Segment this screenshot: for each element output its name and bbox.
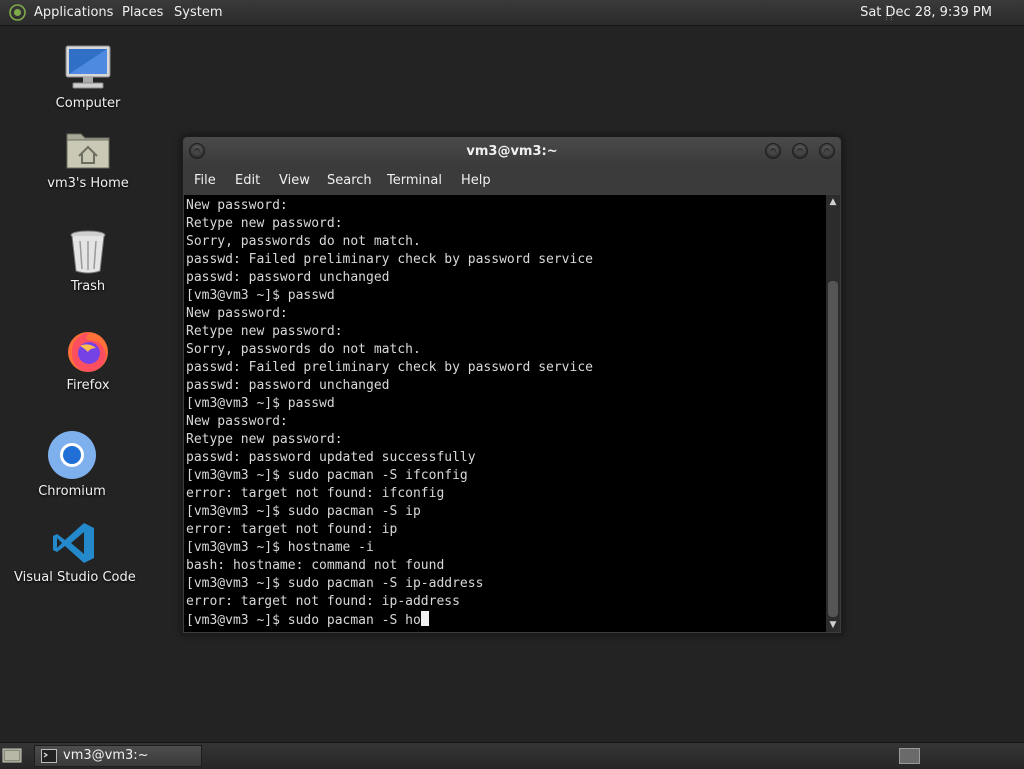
terminal-text: New password: Retype new password: Sorry, … bbox=[184, 195, 826, 630]
taskbar-item-terminal[interactable]: vm3@vm3:~ bbox=[34, 745, 202, 767]
desktop-icon-home[interactable]: vm3's Home bbox=[43, 128, 133, 191]
terminal-line: New password: bbox=[186, 306, 288, 321]
show-desktop-icon[interactable] bbox=[2, 747, 22, 764]
terminal-line: error: target not found: ip-address bbox=[186, 594, 460, 609]
maximize-button[interactable] bbox=[792, 143, 808, 159]
desktop-icon-computer[interactable]: Computer bbox=[48, 44, 128, 111]
terminal-line: passwd: Failed preliminary check by pass… bbox=[186, 360, 593, 375]
desktop-icon-label: Trash bbox=[70, 279, 106, 294]
desktop-icon-label: vm3's Home bbox=[47, 176, 129, 191]
menu-view[interactable]: View bbox=[279, 167, 310, 195]
text-cursor bbox=[420, 611, 429, 626]
terminal-output[interactable]: New password: Retype new password: Sorry, … bbox=[184, 195, 826, 632]
menu-help[interactable]: Help bbox=[461, 167, 491, 195]
menu-edit[interactable]: Edit bbox=[235, 167, 260, 195]
applications-logo-icon[interactable] bbox=[9, 4, 26, 21]
terminal-line: [vm3@vm3 ~]$ hostname -i bbox=[186, 540, 374, 555]
terminal-line: Sorry, passwords do not match. bbox=[186, 342, 421, 357]
taskbar-item-label: vm3@vm3:~ bbox=[63, 748, 149, 763]
desktop-icon-label: Visual Studio Code bbox=[14, 570, 136, 585]
terminal-line: bash: hostname: command not found bbox=[186, 558, 445, 573]
terminal-line: passwd: password unchanged bbox=[186, 378, 390, 393]
menu-terminal[interactable]: Terminal bbox=[387, 167, 442, 195]
window-title: vm3@vm3:~ bbox=[466, 144, 558, 159]
terminal-line: error: target not found: ip bbox=[186, 522, 398, 537]
terminal-line: New password: bbox=[186, 198, 288, 213]
menu-system[interactable]: System bbox=[174, 0, 222, 25]
desktop-icon-firefox[interactable]: Firefox bbox=[48, 326, 128, 393]
computer-icon bbox=[65, 45, 111, 89]
home-folder-icon bbox=[66, 133, 110, 169]
terminal-line: passwd: password unchanged bbox=[186, 270, 390, 285]
terminal-menubar: File Edit View Search Terminal Help bbox=[183, 167, 841, 195]
workspace-switcher[interactable] bbox=[899, 748, 920, 764]
terminal-line: passwd: password updated successfully bbox=[186, 450, 476, 465]
menu-applications[interactable]: Applications bbox=[34, 0, 113, 25]
terminal-line: New password: bbox=[186, 414, 288, 429]
desktop-icon-label: Computer bbox=[55, 96, 121, 111]
desktop-icon-trash[interactable]: Trash bbox=[48, 229, 128, 294]
terminal-icon bbox=[41, 749, 57, 763]
chromium-icon bbox=[48, 431, 96, 479]
scroll-up-arrow-icon[interactable]: ▲ bbox=[826, 195, 840, 209]
terminal-line: [vm3@vm3 ~]$ sudo pacman -S ip-address bbox=[186, 576, 484, 591]
terminal-line: error: target not found: ifconfig bbox=[186, 486, 445, 501]
desktop-icon-chromium[interactable]: Chromium bbox=[32, 430, 112, 499]
terminal-line: [vm3@vm3 ~]$ sudo pacman -S ip bbox=[186, 504, 421, 519]
terminal-line: [vm3@vm3 ~]$ passwd bbox=[186, 396, 335, 411]
desktop-icon-label: Firefox bbox=[66, 378, 110, 393]
scroll-down-arrow-icon[interactable]: ▼ bbox=[826, 618, 840, 632]
window-titlebar[interactable]: vm3@vm3:~ bbox=[183, 137, 841, 167]
terminal-line: [vm3@vm3 ~]$ passwd bbox=[186, 288, 335, 303]
desktop-icon-vscode[interactable]: Visual Studio Code bbox=[14, 520, 136, 585]
terminal-line: Retype new password: bbox=[186, 216, 343, 231]
terminal-line: Sorry, passwords do not match. bbox=[186, 234, 421, 249]
minimize-button[interactable] bbox=[765, 143, 781, 159]
menu-file[interactable]: File bbox=[194, 167, 216, 195]
terminal-line: [vm3@vm3 ~]$ sudo pacman -S ifconfig bbox=[186, 468, 468, 483]
menu-search[interactable]: Search bbox=[327, 167, 372, 195]
terminal-scrollbar[interactable]: ▲ ▼ bbox=[826, 195, 840, 632]
bottom-panel: vm3@vm3:~ bbox=[0, 742, 1024, 769]
clock[interactable]: Sat Dec 28, 9:39 PM bbox=[860, 0, 992, 25]
terminal-line: passwd: Failed preliminary check by pass… bbox=[186, 252, 593, 267]
terminal-prompt-line: [vm3@vm3 ~]$ sudo pacman -S ho bbox=[186, 613, 421, 628]
vscode-icon bbox=[53, 523, 94, 563]
menu-places[interactable]: Places bbox=[122, 0, 163, 25]
desktop-icon-label: Chromium bbox=[38, 484, 106, 499]
scroll-thumb[interactable] bbox=[828, 281, 838, 617]
terminal-line: Retype new password: bbox=[186, 324, 343, 339]
close-button[interactable] bbox=[819, 143, 835, 159]
terminal-window: vm3@vm3:~ File Edit View Search Terminal… bbox=[182, 136, 842, 634]
firefox-icon bbox=[68, 332, 108, 372]
top-panel: Applications Places System Sat Dec 28, 9… bbox=[0, 0, 1024, 26]
terminal-line: Retype new password: bbox=[186, 432, 343, 447]
trash-icon bbox=[70, 230, 106, 274]
